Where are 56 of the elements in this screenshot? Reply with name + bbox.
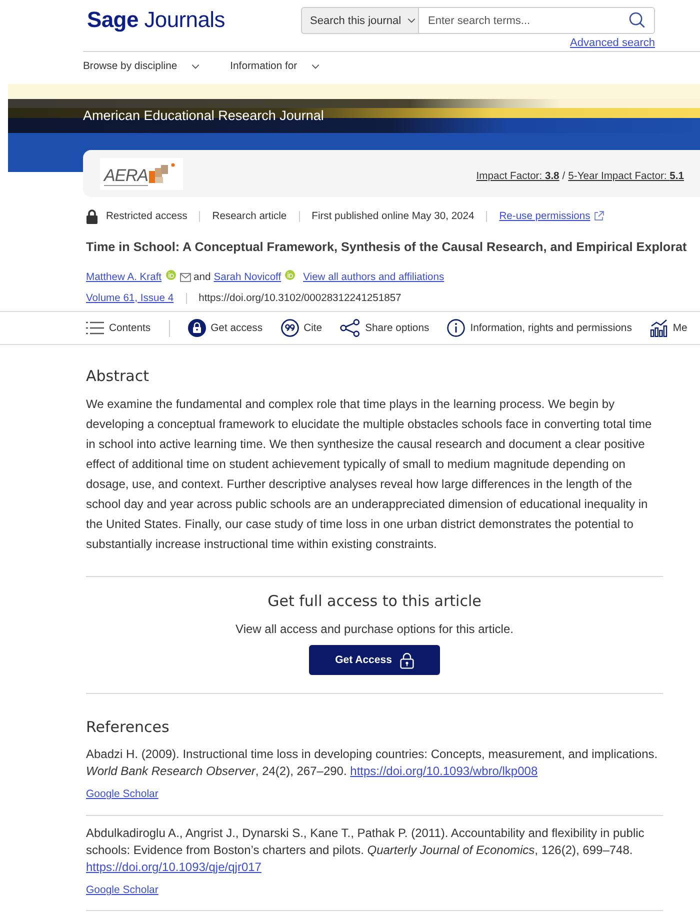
caret-icon	[191, 64, 200, 68]
doi-link[interactable]: https://doi.org/10.1093/wbro/lkp008	[350, 764, 538, 778]
separator-text: /	[562, 171, 566, 182]
impact-factor-link[interactable]: Impact Factor: 3.8	[476, 171, 560, 182]
get-access-button[interactable]: Get Access	[309, 645, 440, 675]
google-scholar-link[interactable]: Google Scholar	[86, 787, 158, 801]
site-logo[interactable]: Sage Journals	[87, 7, 225, 33]
article-title: Time in School: A Conceptual Framework, Synthesis of the Causal Research, and Empirical Explorat	[86, 239, 687, 255]
list-icon	[86, 321, 104, 335]
access-text: View all access and purchase options for this article.	[236, 621, 514, 637]
reference-text: Abadzi H. (2009). Instructional time loss in developing countries: Concepts, measurement, and implications. World Bank Research Observer, 24(2), 267–290. https://doi.org/10.1093/wbro/lkp008	[86, 746, 659, 780]
doi-link[interactable]: https://doi.org/10.1093/qje/qjr017	[86, 860, 262, 874]
quote-icon	[280, 319, 299, 337]
info-icon	[447, 319, 466, 337]
abstract-text: We examine the fundamental and complex role that time plays in the learning process. We begin by developing a conceptual framework to elucidate the multiple obstacles schools face in converting total time in school into active learning time. We then synthesize the causal research and document a clear positive effect of additional time on student achievement typically of small to medium magnitude depending on dosage, use, and context. Further descriptive analyses reveal how large differences in the length of the school day and year across public schools are an underappreciated dimension of educational inequality in the United States. Finally, our case study of time loss in one urban district demonstrates the potential to substantially increase instructional time within existing constraints.	[86, 396, 653, 553]
lock-icon	[400, 652, 414, 668]
share-icon	[340, 319, 360, 337]
access-status: Restricted access	[106, 210, 188, 222]
cite-button[interactable]: Cite	[280, 319, 322, 337]
reference-text: Abdulkadiroglu A., Angrist J., Dynarski S., Kane T., Pathak P. (2011). Accountability and flexibility in public schools: Evidence from Boston’s charters and pilots. Quarterly Journal of Economics, 126(2), 699–748. https://doi.org/10.1093/qje/qjr017	[86, 825, 646, 876]
doi-text: https://doi.org/10.3102/00028312241251857	[198, 292, 402, 304]
nav-menu-button[interactable]: Information for	[230, 60, 320, 72]
get-access-tab[interactable]: Get access	[188, 319, 263, 337]
permissions-link[interactable]: Re-use permissions	[499, 210, 604, 222]
search-scope-dropdown[interactable]: Search this journal	[301, 7, 419, 34]
share-button[interactable]: Share options	[340, 319, 430, 337]
meta-text: First published online May 30, 2024	[312, 210, 474, 222]
all-authors-link[interactable]: View all authors and affiliations	[303, 272, 444, 282]
squares-icon	[149, 162, 175, 184]
lock-icon	[86, 208, 98, 224]
logo-wordmark: AERA	[104, 167, 148, 184]
caret-icon	[407, 18, 416, 23]
issue-link[interactable]: Volume 61, Issue 4	[86, 292, 174, 304]
lock-icon	[188, 319, 206, 337]
journal-title[interactable]: American Educational Research Journal	[83, 107, 324, 125]
section-heading: References	[86, 718, 170, 736]
google-scholar-link[interactable]: Google Scholar	[86, 883, 158, 897]
search-field[interactable]: Enter search terms...	[419, 7, 655, 34]
author-link[interactable]: Matthew A. Kraft	[86, 272, 162, 282]
advanced-search-link[interactable]: Advanced search	[570, 37, 655, 49]
chart-icon	[650, 319, 668, 337]
nav-menu-button[interactable]: Browse by discipline	[83, 60, 200, 72]
search-icon[interactable]	[629, 12, 645, 28]
external-link-icon	[594, 211, 604, 221]
chart-button[interactable]: Me	[650, 319, 688, 337]
conjunction-text: and	[194, 272, 211, 282]
impact-factor-link[interactable]: 5-Year Impact Factor: 5.1	[568, 171, 684, 182]
association-logo[interactable]: AERA	[100, 158, 183, 190]
caret-icon	[311, 64, 320, 68]
author-link[interactable]: Sarah Novicoff	[214, 272, 282, 282]
section-heading: Abstract	[86, 367, 150, 385]
envelope-icon[interactable]	[180, 272, 191, 282]
meta-text: Research article	[212, 210, 287, 222]
information-button[interactable]: Information, rights and permissions	[447, 319, 632, 337]
contents-button[interactable]: Contents	[86, 321, 151, 335]
access-heading: Get full access to this article	[268, 592, 482, 610]
